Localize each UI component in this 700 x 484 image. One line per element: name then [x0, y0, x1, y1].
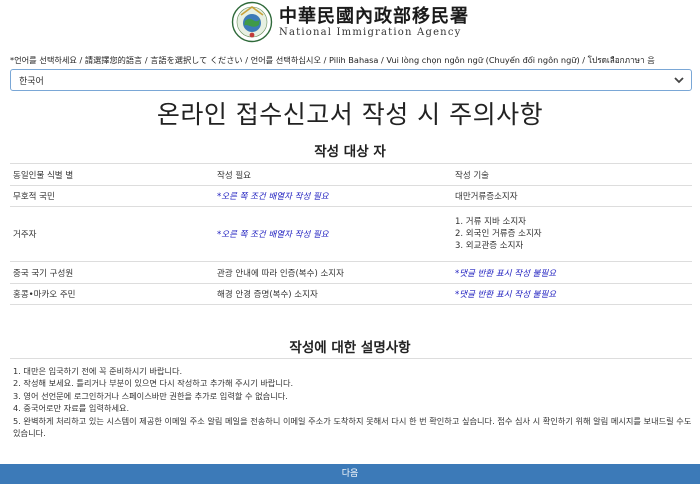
table-header-row: 동일인물 식별 별 작성 필요 작성 기술: [10, 163, 692, 185]
table-cell: *오른 쪽 조건 배열자 작성 필요: [217, 230, 329, 240]
section-title-applicants: 작성 대상 자: [314, 144, 386, 160]
table-cell: 중국 국기 구성원: [13, 268, 74, 279]
list-item: 2. 작성해 보세요. 틀리거나 부분이 있으면 다시 작성하고 추가해 주시기…: [13, 378, 294, 389]
column-header: 작성 기술: [455, 170, 489, 181]
cell-line: 3. 외교관증 소지자: [455, 241, 524, 251]
list-item: 1. 대만은 입국하기 전에 꼭 준비하시기 바랍니다.: [13, 366, 183, 376]
table-cell: 홍콩•마카오 주민: [13, 290, 76, 300]
column-header: 작성 필요: [217, 170, 251, 181]
site-header: 中華民國內政部移民署 National Immigration Agency: [0, 0, 700, 44]
language-prompt: *언어를 선택하세요 / 請選擇您的語言 / 言語を選択して ください / 언어…: [10, 55, 655, 65]
table-cell: 1. 거류 지바 소지자 2. 외국인 거류증 소지자 3. 외교관증 소지자: [455, 207, 692, 261]
table-row: 홍콩•마카오 주민 해경 안경 증명(복수) 소지자 *댓글 반환 표시 작성 …: [10, 283, 692, 305]
table-cell: 무호적 국민: [13, 192, 55, 202]
table-cell: 대만거류증소지자: [455, 192, 518, 202]
table-row: 무호적 국민 *오른 쪽 조건 배열자 작성 필요 대만거류증소지자: [10, 185, 692, 206]
cell-line: 2. 외국인 거류증 소지자: [455, 229, 542, 239]
table-cell: *오른 쪽 조건 배열자 작성 필요: [217, 192, 329, 202]
next-button[interactable]: 다음: [0, 464, 700, 484]
language-select-value: 한국어: [19, 76, 44, 87]
instruction-list: 1. 대만은 입국하기 전에 꼭 준비하시기 바랍니다. 2. 작성해 보세요.…: [10, 358, 692, 439]
language-select[interactable]: 한국어: [10, 69, 692, 91]
list-item: 4. 중국어로만 자료를 입력하세요.: [13, 403, 130, 414]
applicant-table: 동일인물 식별 별 작성 필요 작성 기술 무호적 국민 *오른 쪽 조건 배열…: [10, 163, 692, 305]
agency-name-cn: 中華民國內政部移民署: [279, 5, 469, 27]
table-cell: 관광 안내에 따라 인증(복수) 소지자: [217, 268, 344, 279]
section-title-instructions: 작성에 대한 설명사항: [289, 340, 411, 356]
table-cell: *댓글 반환 표시 작성 불필요: [455, 290, 557, 300]
table-cell: *댓글 반환 표시 작성 불필요: [455, 268, 557, 279]
table-row: 중국 국기 구성원 관광 안내에 따라 인증(복수) 소지자 *댓글 반환 표시…: [10, 261, 692, 283]
chevron-down-icon: [674, 77, 684, 84]
agency-logo-icon: [231, 1, 273, 43]
table-cell: 거주자: [13, 230, 37, 240]
table-row: 거주자 *오른 쪽 조건 배열자 작성 필요 1. 거류 지바 소지자 2. 외…: [10, 206, 692, 261]
table-cell: 해경 안경 증명(복수) 소지자: [217, 290, 318, 300]
page-title: 온라인 접수신고서 작성 시 주의사항: [156, 100, 544, 129]
column-header: 동일인물 식별 별: [13, 170, 74, 181]
list-item: 5. 완벽하게 처리하고 있는 시스템이 제공한 이메일 주소 알림 메일을 전…: [13, 415, 692, 439]
cell-line: 1. 거류 지바 소지자: [455, 217, 526, 227]
agency-name-en: National Immigration Agency: [279, 26, 462, 38]
list-item: 3. 영어 선언문에 로그인하거나 스페이스바만 권한을 추가로 입력할 수 없…: [13, 390, 288, 401]
